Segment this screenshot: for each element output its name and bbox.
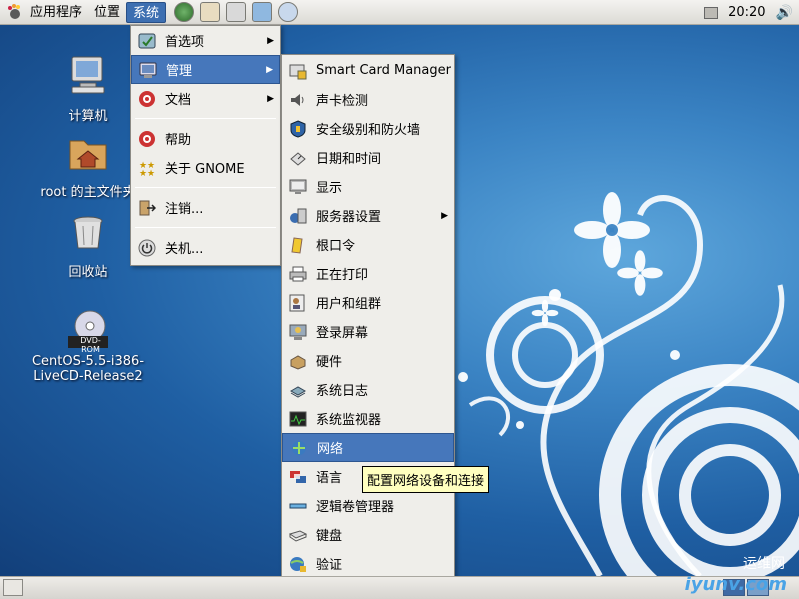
shutdown-icon [137,238,157,258]
administration-icon [138,60,158,80]
clock[interactable]: 20:20 [728,5,765,20]
menu-applications[interactable]: 应用程序 [24,2,88,23]
desktop-icon-label: root 的主文件夹 [40,185,136,200]
submenu-arrow-icon: ▶ [267,93,274,104]
desktop-icon-home[interactable]: root 的主文件夹 [30,133,146,200]
desktop-icon-label: 回收站 [68,265,108,280]
menu-item-system-log[interactable]: 系统日志 [282,375,454,404]
gnome-foot-icon [6,4,22,20]
administration-submenu: Smart Card Manager 声卡检测 安全级别和防火墙 日期和时间 显… [281,54,455,578]
users-groups-icon [288,293,308,313]
svg-text:★: ★ [147,169,155,177]
menu-item-shutdown[interactable]: 关机... [131,233,280,262]
svg-text:★: ★ [139,169,147,177]
network-tray-icon[interactable] [704,6,719,19]
menu-item-network[interactable]: 网络 [282,433,454,462]
printer-icon [288,264,308,284]
menu-item-system-monitor[interactable]: 系统监视器 [282,404,454,433]
gnome-icon: ★ ★ ★ ★ [137,158,157,178]
bottom-panel [0,576,799,599]
firewall-icon [288,119,308,139]
computer-icon [48,53,128,101]
menu-item-sound-detect[interactable]: 声卡检测 [282,85,454,114]
home-folder-icon [30,133,146,177]
trash-icon [48,213,128,257]
menu-item-date-time[interactable]: 日期和时间 [282,143,454,172]
top-panel: 应用程序 位置 系统 20:20 🔊 [0,0,799,25]
browser-launcher-icon[interactable] [174,2,195,22]
menu-item-lvm[interactable]: 逻辑卷管理器 [282,491,454,520]
menu-item-documents[interactable]: 文档 ▶ [131,84,280,113]
authentication-icon [288,554,308,574]
menu-item-keyboard[interactable]: 键盘 [282,520,454,549]
desktop-icon-trash[interactable]: 回收站 [48,213,128,280]
menu-item-about-gnome[interactable]: ★ ★ ★ ★ 关于 GNOME [131,153,280,182]
network-icon [289,438,309,458]
desktop-icon-computer[interactable]: 计算机 [48,53,128,124]
watermark-text: 运维网 [743,556,785,572]
submenu-arrow-icon: ▶ [266,64,273,75]
system-monitor-icon [288,409,308,429]
menu-item-help[interactable]: 帮助 [131,124,280,153]
language-icon [288,467,308,487]
menu-item-users-groups[interactable]: 用户和组群 [282,288,454,317]
menu-item-smart-card-manager[interactable]: Smart Card Manager [282,56,454,85]
menu-item-authentication[interactable]: 验证 [282,549,454,578]
desktop-icon-label: 计算机 [68,109,108,124]
menu-item-firewall[interactable]: 安全级别和防火墙 [282,114,454,143]
volume-icon[interactable]: 🔊 [776,5,793,21]
menu-separator [135,118,276,119]
menu-item-root-password[interactable]: 根口令 [282,230,454,259]
desktop-icon-label: LiveCD-Release2 [33,369,143,384]
system-log-icon [288,380,308,400]
menu-item-login-screen[interactable]: 登录屏幕 [282,317,454,346]
lvm-icon [288,496,308,516]
display-icon [288,177,308,197]
menu-item-server-settings[interactable]: 服务器设置 ▶ [282,201,454,230]
desktop-icon-dvd[interactable]: DVD-ROM CentOS-5.5-i386- LiveCD-Release2 [18,310,158,384]
menu-system[interactable]: 系统 [126,1,167,23]
network-tooltip: 配置网络设备和连接 [362,466,490,493]
watermark-url: iyunv.com [684,574,787,595]
screenshot-launcher-icon[interactable] [252,2,273,22]
dvd-icon: DVD-ROM [66,310,110,354]
menu-item-printing[interactable]: 正在打印 [282,259,454,288]
dvd-badge: DVD-ROM [80,336,101,354]
keyboard-icon [288,525,308,545]
help-docs-icon [137,89,157,109]
server-settings-icon [288,206,308,226]
smartcard-icon [288,61,308,81]
notes-launcher-icon[interactable] [226,2,247,22]
editor-launcher-icon[interactable] [278,2,299,22]
submenu-arrow-icon: ▶ [441,210,448,221]
date-time-icon [288,148,308,168]
preferences-icon [137,31,157,51]
help-icon [137,129,157,149]
menu-item-hardware[interactable]: 硬件 [282,346,454,375]
submenu-arrow-icon: ▶ [267,35,274,46]
menu-places[interactable]: 位置 [88,2,126,23]
menu-separator [135,187,276,188]
login-screen-icon [288,322,308,342]
show-desktop-button[interactable] [3,579,23,596]
menu-separator [135,227,276,228]
menu-item-display[interactable]: 显示 [282,172,454,201]
system-menu: 首选项 ▶ 管理 ▶ 文档 ▶ 帮助 ★ ★ ★ ★ 关于 GNOME 注销... 关… [130,25,281,266]
hardware-icon [288,351,308,371]
menu-item-administration[interactable]: 管理 ▶ [131,55,280,84]
menu-item-preferences[interactable]: 首选项 ▶ [131,26,280,55]
menu-item-logout[interactable]: 注销... [131,193,280,222]
desktop-icon-label: CentOS-5.5-i386- [31,354,145,369]
sound-icon [288,90,308,110]
root-password-icon [288,235,308,255]
logout-icon [137,198,157,218]
mail-launcher-icon[interactable] [200,2,221,22]
